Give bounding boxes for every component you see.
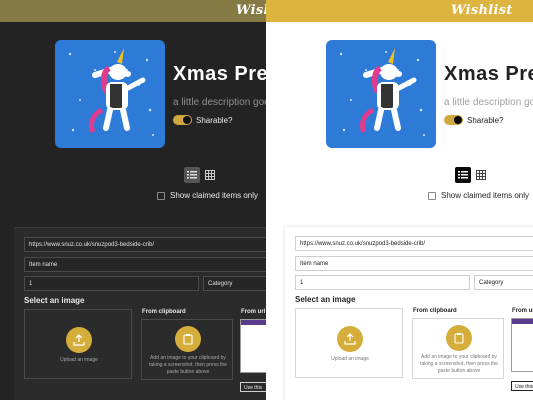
upload-button[interactable]	[337, 326, 363, 352]
grid-view-button[interactable]	[473, 167, 489, 183]
item-name-input[interactable]: Item name	[24, 257, 267, 272]
grid-view-button[interactable]	[202, 167, 218, 183]
app-logo[interactable]: Wishlist	[451, 3, 513, 18]
category-select[interactable]: Category	[474, 275, 533, 290]
paste-button[interactable]	[446, 325, 472, 351]
sharable-toggle[interactable]	[173, 115, 192, 125]
url-image-preview[interactable]	[240, 319, 267, 373]
preview-header	[241, 320, 267, 325]
clipboard-hint: Add an image to your clipboard by taking…	[420, 354, 498, 374]
list-cover-image[interactable]	[326, 40, 436, 148]
upload-icon	[73, 334, 85, 346]
upload-image-dropzone[interactable]: Upload an image	[24, 309, 132, 379]
list-title: Xmas Prez	[173, 63, 267, 85]
upload-icon	[344, 333, 356, 345]
toggle-knob	[454, 116, 462, 124]
list-view-icon	[458, 171, 468, 179]
from-url-heading: From url	[241, 309, 266, 315]
from-clipboard-heading: From clipboard	[413, 308, 457, 314]
list-title: Xmas Prez	[444, 63, 533, 85]
add-item-form: https://www.snuz.co.uk/snuzpod3-bedside-…	[14, 227, 267, 400]
clipboard-icon	[183, 334, 193, 345]
clipboard-icon	[454, 333, 464, 344]
item-url-input[interactable]: https://www.snuz.co.uk/snuzpod3-bedside-…	[24, 237, 267, 252]
item-name-input[interactable]: Item name	[295, 256, 533, 271]
preview-header	[512, 319, 533, 324]
show-claimed-label: Show claimed items only	[170, 191, 259, 200]
from-url-heading: From url	[512, 308, 533, 314]
sharable-label: Sharable?	[196, 116, 233, 125]
list-description: a little description goe	[444, 97, 533, 108]
show-claimed-filter[interactable]: Show claimed items only	[157, 191, 258, 200]
show-claimed-checkbox[interactable]	[157, 191, 165, 200]
sharable-toggle[interactable]	[444, 115, 463, 125]
show-claimed-checkbox[interactable]	[428, 191, 436, 200]
paste-button[interactable]	[175, 326, 201, 352]
upload-button[interactable]	[66, 327, 92, 353]
select-image-heading: Select an image	[24, 296, 85, 305]
list-view-button[interactable]	[184, 167, 200, 183]
light-theme-panel: Wishlist Xmas Prez a little description …	[266, 0, 533, 400]
dabbing-unicorn-illustration	[68, 48, 154, 136]
show-claimed-filter[interactable]: Show claimed items only	[428, 191, 529, 200]
clipboard-dropzone[interactable]: Add an image to your clipboard by taking…	[141, 319, 233, 380]
url-image-preview[interactable]	[511, 318, 533, 372]
item-url-input[interactable]: https://www.snuz.co.uk/snuzpod3-bedside-…	[295, 236, 533, 251]
grid-view-icon	[205, 170, 215, 180]
list-description: a little description goe	[173, 97, 267, 108]
sharable-label: Sharable?	[467, 116, 504, 125]
clipboard-dropzone[interactable]: Add an image to your clipboard by taking…	[412, 318, 504, 379]
upload-image-dropzone[interactable]: Upload an image	[295, 308, 403, 378]
use-this-button[interactable]: Use this	[511, 381, 533, 391]
category-select[interactable]: Category	[203, 276, 267, 291]
header-bar: Wishlist	[266, 0, 533, 22]
list-view-icon	[187, 171, 197, 179]
toggle-knob	[183, 116, 191, 124]
list-cover-image[interactable]	[55, 40, 165, 148]
select-image-heading: Select an image	[295, 295, 356, 304]
app-logo[interactable]: Wishlist	[236, 3, 267, 18]
show-claimed-label: Show claimed items only	[441, 191, 530, 200]
add-item-form: https://www.snuz.co.uk/snuzpod3-bedside-…	[285, 227, 533, 400]
use-this-button[interactable]: Use this	[240, 382, 267, 392]
upload-label: Upload an image	[60, 357, 98, 363]
list-view-button[interactable]	[455, 167, 471, 183]
from-clipboard-heading: From clipboard	[142, 309, 186, 315]
quantity-input[interactable]: 1	[295, 275, 470, 290]
quantity-input[interactable]: 1	[24, 276, 199, 291]
grid-view-icon	[476, 170, 486, 180]
dabbing-unicorn-illustration	[339, 48, 425, 136]
dark-theme-panel: Wishlist Xmas Prez a little description …	[0, 0, 267, 400]
clipboard-hint: Add an image to your clipboard by taking…	[149, 355, 227, 375]
upload-label: Upload an image	[331, 356, 369, 362]
header-bar: Wishlist	[0, 0, 267, 22]
